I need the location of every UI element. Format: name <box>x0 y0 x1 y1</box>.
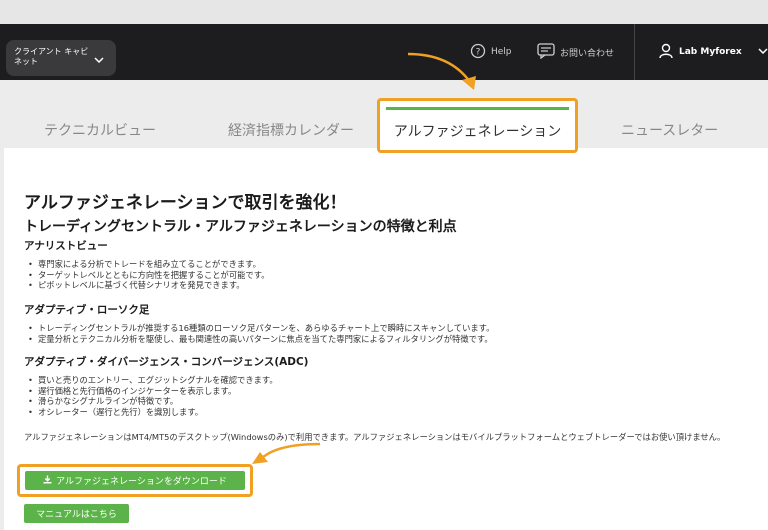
section-heading: アナリストビュー <box>24 240 108 252</box>
client-cabinet-dropdown[interactable]: クライアント キャビネット <box>6 40 116 76</box>
question-circle-icon: ? <box>470 43 486 62</box>
download-highlight: アルファジェネレーションをダウンロード <box>17 464 253 497</box>
section-adc: アダプティブ・ダイバージェンス・コンバージェンス(ADC) 買いと売りのエントリ… <box>24 354 308 417</box>
manual-button[interactable]: マニュアルはこちら <box>24 504 129 523</box>
help-link[interactable]: ? Help <box>470 43 512 61</box>
top-navbar: クライアント キャビネット ? Help お問い合わせ Lab Myforex <box>0 24 768 80</box>
client-cabinet-label: クライアント キャビネット <box>14 47 89 66</box>
list-item: オシレーター（遅行と先行）を識別します。 <box>24 407 308 418</box>
list-item: 滑らかなシグナルラインが特徴です。 <box>24 396 308 407</box>
list-item: トレーディングセントラルが推奨する16種類のローソク足パターンを、あらゆるチャー… <box>24 323 494 334</box>
section-heading: アダプティブ・ローソク足 <box>24 304 150 316</box>
download-icon <box>43 475 52 487</box>
chat-bubble-icon <box>537 42 555 62</box>
user-name: Lab Myforex <box>679 47 742 57</box>
contact-link[interactable]: お問い合わせ <box>537 42 615 62</box>
user-menu[interactable]: Lab Myforex <box>659 43 768 61</box>
browser-top-strip <box>0 0 768 24</box>
section-analyst-view: アナリストビュー 専門家による分析でトレードを組み立てることができます。 ターゲ… <box>24 238 270 291</box>
svg-text:?: ? <box>476 47 481 57</box>
list-item: 専門家による分析でトレードを組み立てることができます。 <box>24 259 270 270</box>
list-item: ターゲットレベルとともに方向性を把握することが可能です。 <box>24 270 270 281</box>
tab-bar: テクニカルビュー 経済指標カレンダー アルファジェネレーション ニュースレター <box>0 80 768 153</box>
download-button-label: アルファジェネレーションをダウンロード <box>56 477 227 487</box>
page-subtitle: トレーディングセントラル・アルファジェネレーションの特徴と利点 <box>24 219 457 235</box>
chevron-down-icon <box>758 47 768 57</box>
contact-label: お問い合わせ <box>560 48 615 59</box>
list-item: 買いと売りのエントリー、エグジットシグナルを確認できます。 <box>24 375 308 386</box>
active-tab-indicator <box>386 107 569 110</box>
list-item: 遅行価格と先行価格のインジケーターを表示します。 <box>24 386 308 397</box>
chevron-down-icon <box>94 56 104 66</box>
section-heading: アダプティブ・ダイバージェンス・コンバージェンス(ADC) <box>24 356 309 368</box>
tab-alpha-generation[interactable]: アルファジェネレーション <box>377 98 578 153</box>
main-content: アルファジェネレーションで取引を強化！ トレーディングセントラル・アルファジェネ… <box>4 148 768 530</box>
availability-note: アルファジェネレーションはMT4/MT5のデスクトップ(Windowsのみ)で利… <box>24 432 726 442</box>
feature-list: 買いと売りのエントリー、エグジットシグナルを確認できます。 遅行価格と先行価格の… <box>24 375 308 417</box>
download-alpha-generation-button[interactable]: アルファジェネレーションをダウンロード <box>25 471 245 490</box>
navbar-divider <box>634 24 635 80</box>
tab-newsletter[interactable]: ニュースレター <box>621 120 718 140</box>
page-title: アルファジェネレーションで取引を強化！ <box>24 193 347 213</box>
help-label: Help <box>491 47 512 57</box>
user-icon <box>659 43 673 62</box>
tab-alpha-generation-label: アルファジェネレーション <box>393 124 562 140</box>
section-adaptive-candlestick: アダプティブ・ローソク足 トレーディングセントラルが推奨する16種類のローソク足… <box>24 302 494 344</box>
feature-list: 専門家による分析でトレードを組み立てることができます。 ターゲットレベルとともに… <box>24 259 270 291</box>
list-item: ピボットレベルに基づく代替シナリオを発見できます。 <box>24 280 270 291</box>
list-item: 定量分析とテクニカル分析を駆使し、最も関連性の高いパターンに焦点を当てた専門家に… <box>24 334 494 345</box>
tab-technical-view[interactable]: テクニカルビュー <box>44 120 156 140</box>
tab-economic-calendar[interactable]: 経済指標カレンダー <box>228 120 354 140</box>
feature-list: トレーディングセントラルが推奨する16種類のローソク足パターンを、あらゆるチャー… <box>24 323 494 344</box>
